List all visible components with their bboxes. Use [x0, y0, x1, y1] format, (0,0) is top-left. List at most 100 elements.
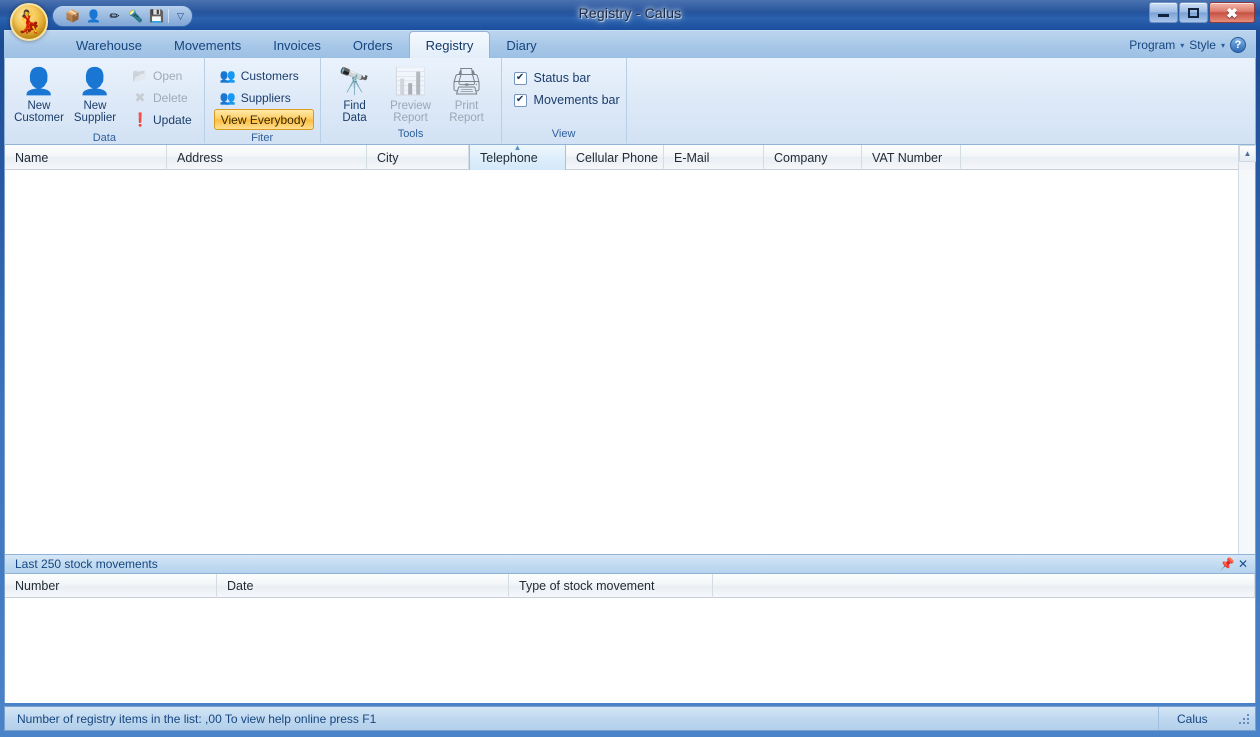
scroll-up-button[interactable]: ▲ [1239, 145, 1256, 162]
close-button[interactable]: ✖ [1209, 2, 1255, 23]
qat-chevron-down-icon[interactable]: ▽ [177, 11, 184, 22]
button-label-line2: Customer [14, 112, 64, 124]
chevron-up-icon: ▲ [1243, 149, 1252, 158]
minimize-button[interactable] [1149, 2, 1178, 23]
button-label: Update [153, 112, 192, 127]
movements-column-header-type-of-stock-movement[interactable]: Type of stock movement [509, 574, 713, 598]
column-header-label: VAT Number [872, 150, 943, 165]
column-header-label: Cellular Phone [576, 150, 658, 165]
ribbon-tab-strip: Warehouse Movements Invoices Orders Registry… [4, 30, 1256, 59]
view-everybody-button[interactable]: View Everybody [213, 109, 314, 130]
status-bar-checkbox-row[interactable]: ✔ Status bar [508, 67, 620, 89]
column-header-filler [961, 145, 1239, 170]
column-header-vat-number[interactable]: VAT Number [862, 145, 961, 170]
movements-bar-checkbox[interactable]: ✔ [513, 93, 527, 107]
movements-bar-checkbox-row[interactable]: ✔ Movements bar [508, 89, 620, 111]
customers-button[interactable]: 👥 Customers [214, 65, 314, 86]
ribbon-group-content: 🔭 Find Data 📊 Preview Report 🖨 Print Report [321, 61, 501, 128]
ribbon-group-content: 👥 Customers 👥 Suppliers View Everybody [205, 61, 320, 132]
person-card-icon[interactable]: 👤 [84, 8, 103, 25]
new-customer-button[interactable]: 👤 New Customer [11, 63, 67, 124]
ribbon-group-filter: 👥 Customers 👥 Suppliers View Everybody Fiter [205, 58, 321, 144]
style-chevron-down-icon[interactable]: ▾ [1221, 41, 1225, 50]
movements-column-header-number[interactable]: Number [5, 574, 217, 598]
resize-grip-icon[interactable] [1238, 711, 1252, 726]
movements-grid-body[interactable] [5, 598, 1255, 702]
tab-invoices[interactable]: Invoices [257, 31, 337, 59]
program-chevron-down-icon[interactable]: ▾ [1180, 41, 1184, 50]
save-disk-icon[interactable]: 💾 [147, 8, 166, 25]
suppliers-group-icon: 👥 [219, 90, 236, 105]
maximize-button[interactable] [1179, 2, 1208, 23]
status-bar-checkbox[interactable]: ✔ [513, 71, 527, 85]
ribbon-group-data: 👤 New Customer 👤 New Supplier 📂 Open ✖ Delete ❗ Upd… [5, 58, 205, 144]
button-label-line2: Report [393, 112, 428, 124]
column-header-city[interactable]: City [367, 145, 469, 170]
barcode-scanner-icon[interactable]: 🔦 [126, 8, 145, 25]
find-data-button[interactable]: 🔭 Find Data [327, 63, 383, 124]
delete-button: ✖ Delete [126, 87, 198, 108]
movements-bar-label: Movements bar [533, 93, 620, 107]
tab-movements[interactable]: Movements [158, 31, 257, 59]
column-header-cellular-phone[interactable]: Cellular Phone [566, 145, 664, 170]
ribbon-tabs: Warehouse Movements Invoices Orders Registry… [60, 31, 553, 59]
column-header-name[interactable]: Name [5, 145, 167, 170]
column-header-label: City [377, 150, 399, 165]
movements-column-header-date[interactable]: Date [217, 574, 509, 598]
button-label-line1: Find [343, 100, 366, 112]
close-icon: ✖ [1226, 4, 1238, 21]
application-menu-button[interactable]: 💃 [10, 3, 48, 41]
ribbon-group-content: 👤 New Customer 👤 New Supplier 📂 Open ✖ Delete ❗ Upd… [5, 61, 204, 132]
button-label-line1: New [27, 100, 51, 112]
help-icon[interactable]: ? [1230, 37, 1246, 53]
column-header-company[interactable]: Company [764, 145, 862, 170]
column-header-label: Company [774, 150, 828, 165]
tab-registry[interactable]: Registry [408, 31, 491, 59]
status-app-label: Calus [1177, 711, 1208, 726]
pin-icon[interactable]: 📌 [1219, 557, 1235, 571]
button-label: Delete [153, 90, 188, 105]
registry-grid-header: Name Address City ▲ Telephone Cellular Phone E… [5, 144, 1255, 170]
ribbon-group-tools: 🔭 Find Data 📊 Preview Report 🖨 Print Report Tools [321, 58, 502, 143]
column-header-telephone[interactable]: ▲ Telephone [469, 144, 566, 170]
column-header-address[interactable]: Address [167, 145, 367, 170]
button-label-line1: New [83, 100, 107, 112]
button-label-line2: Data [342, 112, 367, 124]
qat-separator [168, 9, 169, 23]
ribbon-small-button-stack: 📂 Open ✖ Delete ❗ Update [123, 63, 198, 130]
suppliers-button[interactable]: 👥 Suppliers [214, 87, 314, 108]
panel-close-icon[interactable]: ✕ [1235, 557, 1251, 571]
minimize-icon [1158, 14, 1169, 17]
movements-panel-title-bar: Last 250 stock movements 📌 ✕ [5, 554, 1255, 574]
registry-grid-body[interactable] [5, 170, 1255, 560]
ribbon-group-label: View [551, 128, 576, 140]
column-header-label: Telephone [480, 150, 538, 165]
tab-orders[interactable]: Orders [337, 31, 409, 59]
status-bar-label: Status bar [533, 71, 591, 85]
ribbon-group-view: ✔ Status bar ✔ Movements bar View [502, 58, 627, 143]
new-supplier-button[interactable]: 👤 New Supplier [67, 63, 123, 124]
button-label: Customers [240, 68, 299, 83]
button-label-line1: Preview [390, 100, 431, 112]
program-menu-label[interactable]: Program [1129, 38, 1175, 52]
style-menu-label[interactable]: Style [1189, 38, 1216, 52]
pencil-icon[interactable]: ✏ [105, 8, 124, 25]
warehouse-boxes-icon[interactable]: 📦 [63, 8, 82, 25]
user-add-green-icon: 👤 [22, 66, 56, 96]
tab-warehouse[interactable]: Warehouse [60, 31, 158, 59]
column-header-e-mail[interactable]: E-Mail [664, 145, 764, 170]
ribbon-group-content: ✔ Status bar ✔ Movements bar [502, 61, 626, 128]
application-window: Registry - Calus ✖ 💃 📦 👤 ✏ 🔦 💾 ▽ Warehouse Mov… [0, 0, 1260, 737]
update-button[interactable]: ❗ Update [126, 109, 198, 130]
preview-report-button: 📊 Preview Report [383, 63, 439, 124]
movements-panel: Last 250 stock movements 📌 ✕ Number Date T… [4, 554, 1256, 703]
user-add-red-icon: 👤 [78, 66, 112, 96]
column-header-label: Address [177, 150, 223, 165]
movements-grid-header: Number Date Type of stock movement [5, 574, 1255, 598]
window-controls: ✖ [1149, 2, 1255, 23]
folder-open-icon: 📂 [132, 68, 149, 83]
binoculars-icon: 🔭 [338, 66, 371, 96]
print-report-button: 🖨 Print Report [439, 63, 495, 124]
tab-diary[interactable]: Diary [490, 31, 552, 59]
red-exclamation-icon: ❗ [132, 112, 149, 127]
